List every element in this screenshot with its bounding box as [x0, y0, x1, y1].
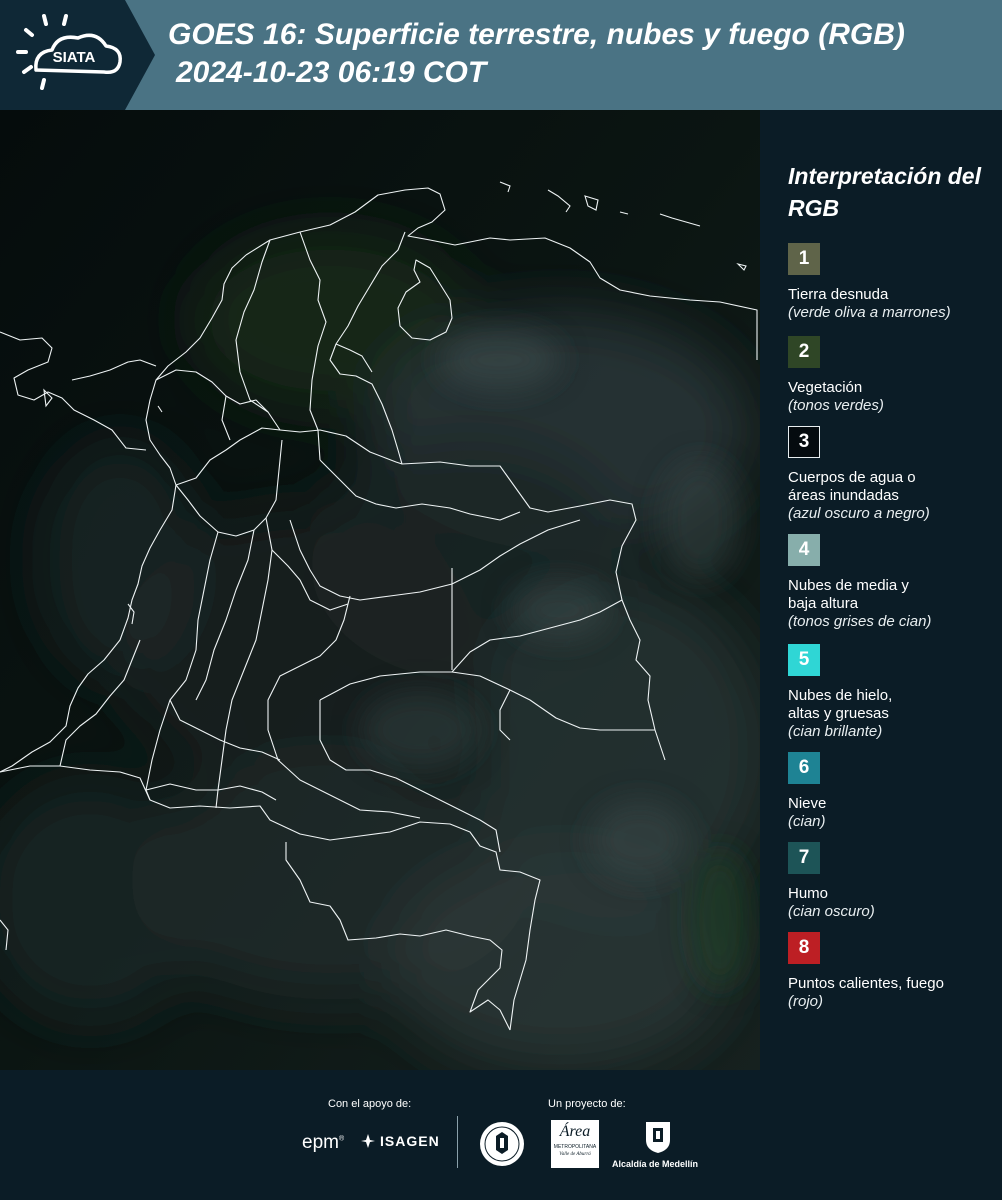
area-logo-word: Área [559, 1123, 591, 1140]
legend-swatch-7: 7 [788, 842, 820, 874]
legend-note-3: (azul oscuro a negro) [788, 505, 930, 522]
epm-logo: epm® [302, 1132, 345, 1153]
legend-note-5: (cian brillante) [788, 723, 883, 740]
legend-item-3: 3 Cuerpos de agua o áreas inundadas (azu… [788, 426, 998, 523]
isagen-logo-text: ISAGEN [380, 1133, 440, 1149]
footer-divider [457, 1116, 458, 1168]
legend-swatch-6: 6 [788, 752, 820, 784]
title-line-1: GOES 16: Superficie terrestre, nubes y f… [168, 18, 905, 51]
legend-swatch-2: 2 [788, 336, 820, 368]
legend-label-4: Nubes de media y baja altura [788, 577, 909, 612]
seal-logo-icon [480, 1122, 524, 1166]
area-logo-line2: METROPOLITANA [553, 1144, 597, 1150]
support-label: Con el apoyo de: [328, 1098, 412, 1110]
medellin-logo-text: Alcaldía de Medellín [612, 1159, 699, 1169]
legend-item-4: 4 Nubes de media y baja altura (tonos gr… [788, 534, 998, 631]
legend-label-1: Tierra desnuda [788, 286, 889, 303]
brand-logo-text: SIATA [53, 49, 96, 66]
header-bar: SIATA GOES 16: Superficie terrestre, nub… [0, 0, 1002, 110]
legend-label-2: Vegetación [788, 379, 863, 396]
page-title: GOES 16: Superficie terrestre, nubes y f… [168, 16, 905, 92]
legend-note-6: (cian) [788, 813, 826, 830]
legend-swatch-5: 5 [788, 644, 820, 676]
legend-swatch-1: 1 [788, 243, 820, 275]
legend-label-7: Humo [788, 885, 829, 902]
legend-label-6: Nieve [788, 795, 827, 812]
legend-swatch-8: 8 [788, 932, 820, 964]
legend-note-1: (verde oliva a marrones) [788, 304, 951, 321]
legend-note-4: (tonos grises de cian) [788, 613, 932, 630]
medellin-shield-icon [646, 1122, 670, 1153]
legend-label-8: Puntos calientes, fuego [788, 975, 944, 992]
satellite-image-map [0, 110, 760, 1070]
legend-swatch-3: 3 [788, 426, 820, 458]
logo-block: SIATA [0, 0, 155, 110]
legend-item-8: 8 Puntos calientes, fuego (rojo) [788, 932, 998, 1011]
project-label: Un proyecto de: [548, 1098, 626, 1110]
legend-item-5: 5 Nubes de hielo, altas y gruesas (cian … [788, 644, 998, 741]
legend-panel: Interpretación del RGB 1 Tierra desnuda … [760, 110, 1002, 1070]
isagen-logo: ISAGEN [360, 1133, 440, 1149]
legend-item-2: 2 Vegetación (tonos verdes) [788, 336, 998, 415]
legend-label-3: Cuerpos de agua o áreas inundadas [788, 469, 916, 504]
legend-note-7: (cian oscuro) [788, 903, 875, 920]
legend-note-8: (rojo) [788, 993, 824, 1010]
title-line-2: 2024-10-23 06:19 COT [176, 56, 487, 89]
legend-swatch-4: 4 [788, 534, 820, 566]
legend-item-1: 1 Tierra desnuda (verde oliva a marrones… [788, 243, 998, 322]
isagen-mark-icon [361, 1134, 375, 1148]
legend-item-6: 6 Nieve (cian) [788, 752, 998, 831]
area-logo-line3: Valle de Aburrá [559, 1152, 591, 1157]
legend-label-5: Nubes de hielo, altas y gruesas [788, 687, 893, 722]
legend-title: Interpretación del RGB [788, 163, 981, 221]
footer: Con el apoyo de: Un proyecto de: epm® IS… [0, 1070, 1002, 1200]
area-metropolitana-logo: Área METROPOLITANA Valle de Aburrá [551, 1120, 599, 1168]
epm-logo-text: epm [302, 1132, 339, 1153]
legend-note-2: (tonos verdes) [788, 397, 884, 414]
legend-item-7: 7 Humo (cian oscuro) [788, 842, 998, 921]
